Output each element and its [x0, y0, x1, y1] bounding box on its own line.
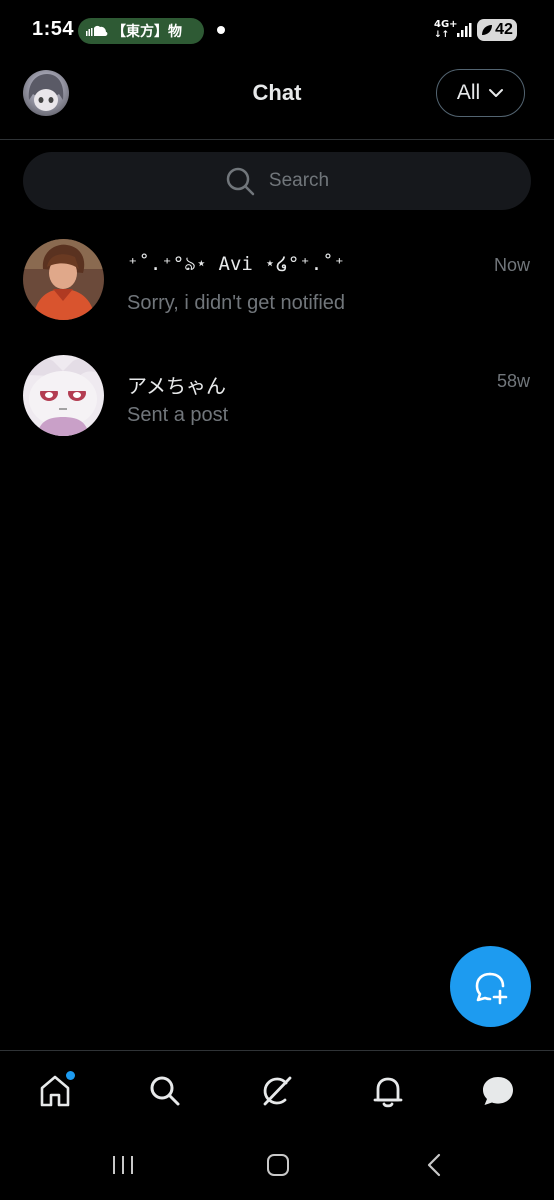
- soundcloud-icon: [86, 25, 108, 36]
- conversation-avatar: [23, 355, 104, 436]
- home-system-button[interactable]: [258, 1150, 298, 1180]
- conversation-name: ⁺˚.⁺°ঌ⋆ Avi ⋆໒°⁺.˚⁺: [127, 253, 346, 275]
- home-notification-badge: [66, 1071, 75, 1080]
- recent-apps-button[interactable]: [103, 1150, 143, 1180]
- grok-icon: [263, 1076, 292, 1106]
- conversation-item[interactable]: アメちゃん 58w Sent a post: [0, 344, 554, 454]
- back-button[interactable]: [414, 1150, 454, 1180]
- status-bar: 1:54 【東方】物 4G+ ↓↑ 42: [0, 0, 554, 62]
- signal-icon: [457, 23, 472, 37]
- nav-notifications[interactable]: [366, 1069, 410, 1113]
- media-title: 【東方】物: [112, 24, 182, 40]
- back-chevron-icon: [427, 1153, 441, 1177]
- filter-dropdown-button[interactable]: All: [436, 69, 525, 117]
- notification-dot: [217, 26, 225, 34]
- conversation-name: アメちゃん: [127, 376, 226, 398]
- battery-leaf-icon: [482, 25, 493, 35]
- nav-explore[interactable]: [143, 1069, 187, 1113]
- conversation-avatar: [23, 239, 104, 320]
- nav-messages[interactable]: [476, 1069, 520, 1113]
- avatar-image: [23, 355, 104, 436]
- conversation-time: 58w: [496, 371, 530, 391]
- search-input[interactable]: Search: [23, 152, 531, 210]
- new-message-icon: [475, 972, 507, 1004]
- battery-indicator: 42: [477, 19, 517, 41]
- messages-icon: [483, 1077, 513, 1105]
- filter-label: All: [456, 81, 481, 104]
- network-label: 4G+: [434, 19, 458, 30]
- new-chat-button[interactable]: [450, 946, 531, 1027]
- system-navigation-bar: [0, 1130, 554, 1200]
- search-icon: [150, 1076, 180, 1106]
- chat-header: Chat All: [0, 62, 554, 140]
- avatar-image: [23, 239, 104, 320]
- media-notification-pill[interactable]: 【東方】物: [78, 18, 204, 44]
- bottom-navigation: [0, 1050, 554, 1130]
- network-type: 4G+ ↓↑: [434, 19, 458, 41]
- chevron-down-icon: [489, 89, 504, 97]
- notifications-icon: [373, 1077, 403, 1108]
- conversation-item[interactable]: ⁺˚.⁺°ঌ⋆ Avi ⋆໒°⁺.˚⁺ Now Sorry, i didn't …: [0, 228, 554, 338]
- conversation-preview: Sorry, i didn't get notified: [127, 292, 346, 314]
- battery-level: 42: [495, 21, 513, 38]
- chat-screen: 1:54 【東方】物 4G+ ↓↑ 42 Chat All Search ⁺˚.…: [0, 0, 554, 1200]
- recent-apps-icon: [113, 1156, 133, 1174]
- home-square-icon: [267, 1154, 289, 1176]
- conversation-preview: Sent a post: [127, 404, 229, 426]
- nav-home[interactable]: [33, 1069, 77, 1113]
- search-placeholder: Search: [268, 170, 330, 191]
- nav-grok[interactable]: [255, 1069, 299, 1113]
- conversation-time: Now: [493, 255, 530, 275]
- network-arrows: ↓↑: [434, 30, 450, 40]
- search-icon: [226, 167, 255, 196]
- status-time: 1:54: [32, 18, 75, 40]
